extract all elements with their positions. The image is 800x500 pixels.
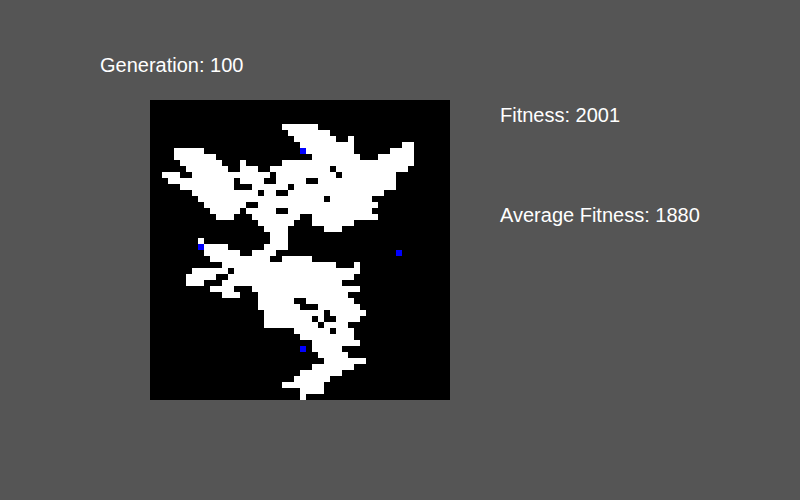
- generation-label: Generation: 100: [100, 52, 800, 78]
- app-window: Generation: 100 Fitness: 2001Average Fitn…: [0, 0, 800, 500]
- simulation-grid: [150, 100, 450, 400]
- main-area: Fitness: 2001Average Fitness: 1880: [100, 100, 800, 400]
